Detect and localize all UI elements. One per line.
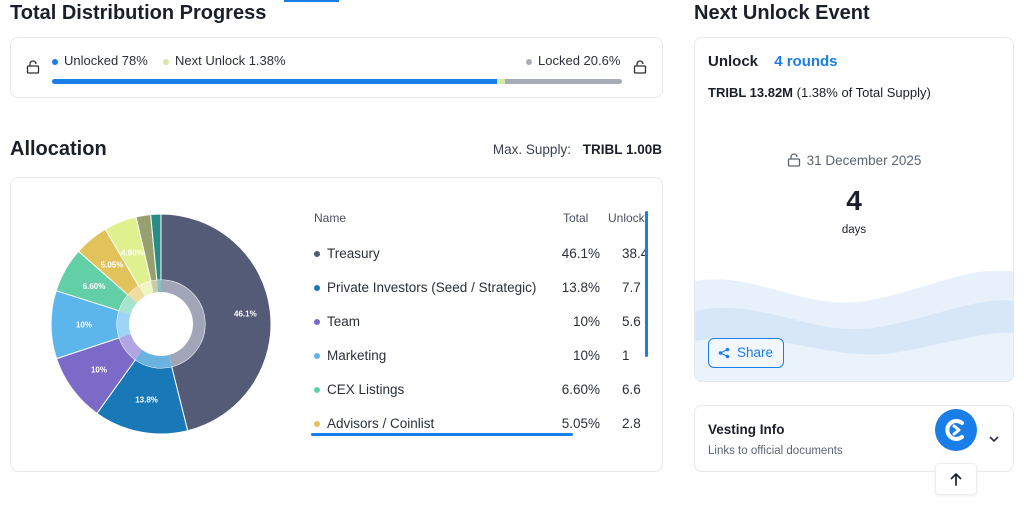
series-color-dot bbox=[314, 387, 320, 393]
distribution-progress-bar bbox=[52, 79, 622, 84]
pie-slice-label: 6.60% bbox=[83, 282, 106, 291]
countdown-unit: days bbox=[841, 224, 867, 236]
unlock-label: Unlock bbox=[708, 53, 759, 70]
share-label: Share bbox=[737, 345, 774, 360]
row-name: CEX Listings bbox=[327, 382, 405, 397]
pie-slice-label: 5.05% bbox=[101, 261, 124, 270]
share-icon bbox=[718, 347, 730, 359]
legend-dot bbox=[52, 58, 58, 65]
row-total: 10% bbox=[572, 348, 600, 363]
row-unlock: 5.6 bbox=[622, 314, 641, 329]
brand-logo-icon bbox=[945, 419, 964, 441]
table-row[interactable]: Advisors / Coinlist 5.05% 2.8 bbox=[311, 408, 656, 442]
row-name: Team bbox=[327, 314, 361, 329]
unlock-amount-line: TRIBL 13.82M (1.38% of Total Supply) bbox=[708, 85, 931, 100]
table-row[interactable]: Marketing 10% 1 bbox=[311, 340, 656, 374]
column-header-unlock: Unlock bbox=[608, 211, 645, 225]
legend-next-unlock: Next Unlock 1.38% bbox=[163, 53, 286, 68]
row-total: 10% bbox=[572, 314, 600, 329]
legend-dot bbox=[163, 58, 169, 65]
series-color-dot bbox=[314, 353, 320, 359]
legend-unlocked: Unlocked 78% bbox=[52, 53, 148, 68]
unlock-date-row: 31 December 2025 bbox=[695, 153, 1013, 168]
row-name: Advisors / Coinlist bbox=[327, 416, 435, 431]
series-color-dot bbox=[314, 421, 320, 427]
row-total: 6.60% bbox=[561, 382, 600, 397]
legend-dot bbox=[526, 58, 532, 65]
legend-locked-label: Locked 20.6% bbox=[538, 53, 621, 68]
table-row[interactable]: Private Investors (Seed / Strategic) 13.… bbox=[311, 272, 656, 306]
unlock-rounds-link[interactable]: 4 rounds bbox=[774, 53, 837, 70]
lock-icon bbox=[26, 60, 40, 74]
countdown-value: 4 bbox=[846, 185, 862, 216]
allocation-pie-chart: 46.1% 13.8% 10% 10% 6.60% 5.05% 4.80% bbox=[50, 213, 272, 435]
series-color-dot bbox=[314, 285, 320, 291]
max-supply-label: Max. Supply: bbox=[492, 142, 571, 157]
row-unlock: 7.7 bbox=[622, 280, 641, 295]
unlock-header: Unlock 4 rounds bbox=[708, 53, 838, 70]
allocation-title: Allocation bbox=[10, 138, 107, 160]
allocation-table: Name Total Unlock Treasury 46.1% 38.4 Pr… bbox=[311, 178, 656, 471]
pie-slice-label: 4.80% bbox=[121, 248, 144, 257]
distribution-title: Total Distribution Progress bbox=[10, 2, 267, 24]
next-unlock-card: Unlock 4 rounds TRIBL 13.82M (1.38% of T… bbox=[694, 37, 1014, 382]
table-row[interactable]: CEX Listings 6.60% 6.6 bbox=[311, 374, 656, 408]
legend-next-unlock-label: Next Unlock 1.38% bbox=[175, 53, 286, 68]
distribution-card: Unlocked 78% Next Unlock 1.38% Locked 20… bbox=[10, 37, 663, 98]
table-row[interactable]: Team 10% 5.6 bbox=[311, 306, 656, 340]
unlock-amount: TRIBL 13.82M bbox=[708, 85, 794, 100]
row-name: Treasury bbox=[327, 246, 380, 261]
pie-slice-label: 13.8% bbox=[135, 396, 158, 405]
row-name: Private Investors (Seed / Strategic) bbox=[327, 280, 537, 295]
pie-slice-inner bbox=[117, 310, 131, 338]
share-button[interactable]: Share bbox=[708, 338, 784, 368]
lock-icon bbox=[633, 60, 647, 74]
max-supply: Max. Supply: TRIBL 1.00B bbox=[493, 142, 662, 157]
allocation-card: 46.1% 13.8% 10% 10% 6.60% 5.05% 4.80% Name Tot… bbox=[10, 177, 663, 472]
series-color-dot bbox=[314, 251, 320, 257]
column-header-total: Total bbox=[563, 211, 589, 225]
pie-slice-label: 10% bbox=[91, 366, 107, 375]
series-color-dot bbox=[314, 319, 320, 325]
progress-next-unlock bbox=[496, 79, 505, 84]
table-horizontal-scrollbar[interactable] bbox=[311, 433, 573, 436]
legend-locked: Locked 20.6% bbox=[526, 53, 620, 68]
unlock-date: 31 December 2025 bbox=[806, 153, 922, 168]
floating-brand-button[interactable] bbox=[935, 409, 977, 451]
row-total: 5.05% bbox=[561, 416, 600, 431]
table-row[interactable]: Treasury 46.1% 38.4 bbox=[311, 238, 656, 272]
progress-locked bbox=[504, 79, 622, 84]
scroll-to-top-button[interactable] bbox=[935, 463, 977, 495]
pie-slice-label: 10% bbox=[76, 320, 92, 329]
chevron-down-icon[interactable] bbox=[988, 433, 1000, 445]
row-unlock: 1 bbox=[622, 348, 630, 363]
row-name: Marketing bbox=[327, 348, 387, 363]
active-tab-indicator bbox=[284, 0, 339, 2]
table-vertical-scrollbar[interactable] bbox=[645, 211, 648, 357]
row-unlock: 6.6 bbox=[622, 382, 641, 397]
column-header-name: Name bbox=[314, 211, 347, 225]
row-total: 13.8% bbox=[561, 280, 600, 295]
row-total: 46.1% bbox=[561, 246, 600, 261]
vesting-subtitle: Links to official documents bbox=[708, 445, 843, 457]
vesting-title: Vesting Info bbox=[708, 422, 785, 437]
legend-unlocked-label: Unlocked 78% bbox=[64, 53, 148, 68]
unlock-amount-note: (1.38% of Total Supply) bbox=[796, 85, 931, 100]
arrow-up-icon bbox=[950, 473, 962, 486]
max-supply-value: TRIBL 1.00B bbox=[582, 142, 662, 157]
next-unlock-title: Next Unlock Event bbox=[694, 2, 870, 24]
pie-slice-label: 46.1% bbox=[234, 310, 257, 319]
progress-unlocked bbox=[52, 79, 497, 84]
row-unlock: 2.8 bbox=[622, 416, 641, 431]
lock-icon bbox=[787, 153, 800, 167]
